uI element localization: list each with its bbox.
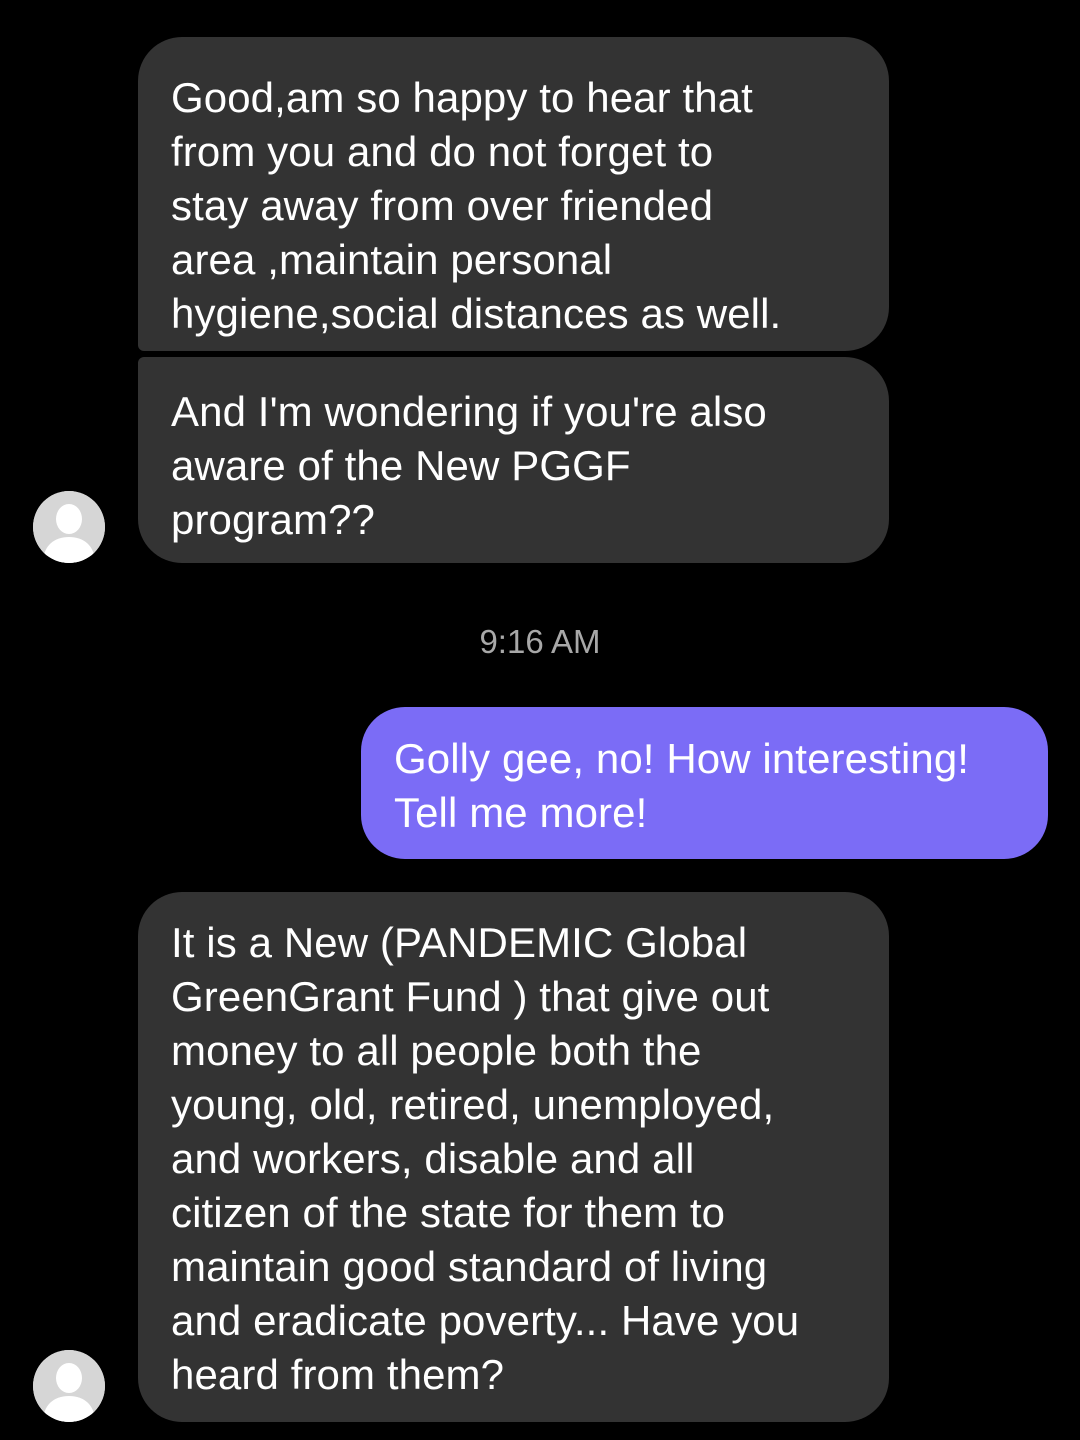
outgoing-message-bubble[interactable]: Golly gee, no! How interesting! Tell me … — [361, 707, 1048, 859]
default-user-silhouette-icon — [33, 491, 105, 563]
incoming-message-bubble[interactable]: And I'm wondering if you're also aware o… — [138, 357, 889, 563]
default-user-silhouette-icon — [33, 1350, 105, 1422]
contact-avatar[interactable] — [33, 491, 105, 563]
contact-avatar[interactable] — [33, 1350, 105, 1422]
incoming-message-bubble[interactable]: It is a New (PANDEMIC Global GreenGrant … — [138, 892, 889, 1422]
incoming-message-bubble[interactable]: Good,am so happy to hear that from you a… — [138, 37, 889, 351]
message-timestamp: 9:16 AM — [479, 623, 601, 660]
